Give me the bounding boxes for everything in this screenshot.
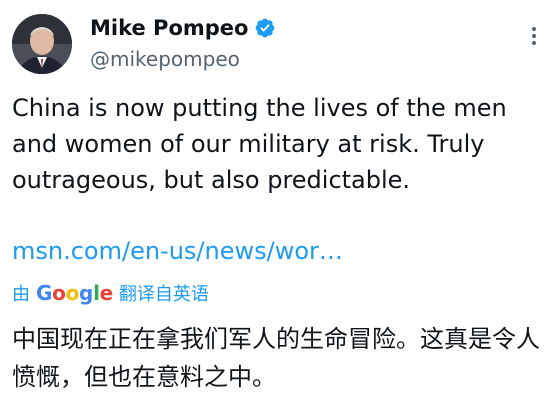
google-logo-letter: o — [52, 281, 66, 305]
google-logo: Google — [36, 281, 113, 305]
tweet-link[interactable]: msn.com/en-us/news/wor… — [12, 233, 343, 269]
google-logo-letter: e — [99, 281, 114, 305]
translated-text: 中国现在正在拿我们军人的生命冒险。这真是令人愤慨，但也在意料之中。 — [12, 325, 540, 391]
google-logo-letter: o — [65, 281, 80, 305]
author-display-name[interactable]: Mike Pompeo — [90, 16, 248, 40]
tweet-text: China is now putting the lives of the me… — [12, 94, 507, 194]
more-options-icon[interactable] — [522, 24, 546, 48]
author-handle[interactable]: @mikepompeo — [90, 47, 240, 71]
translation-action: 翻译自英语 — [118, 284, 209, 305]
author-name-row: Mike Pompeo — [90, 16, 276, 40]
google-logo-letter: G — [36, 281, 53, 305]
translation-prefix: 由 — [12, 284, 30, 305]
translation-attribution[interactable]: 由 Google 翻译自英语 — [12, 280, 209, 306]
verified-badge-icon — [254, 17, 276, 39]
author-avatar[interactable] — [12, 14, 72, 74]
google-logo-letter: g — [79, 281, 94, 305]
